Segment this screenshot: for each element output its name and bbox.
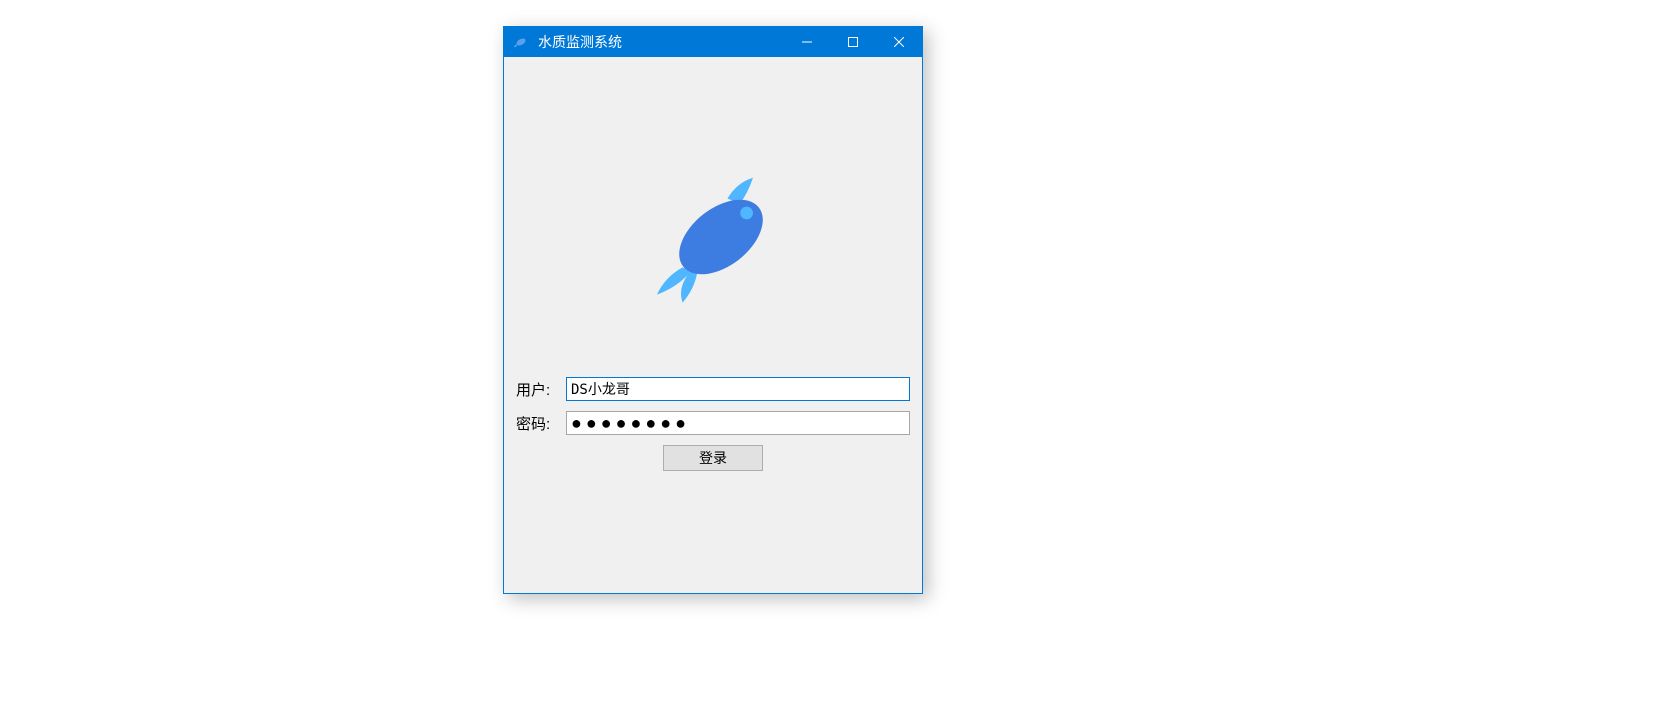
password-label: 密码:	[516, 413, 566, 434]
window-controls	[784, 27, 922, 57]
username-row: 用户:	[504, 377, 922, 401]
app-icon	[510, 31, 532, 53]
window-content: 用户: 密码: ●●●●●●●● 登录	[504, 57, 922, 593]
logo-area	[504, 57, 922, 377]
login-window: 水质监测系统	[503, 26, 923, 594]
fish-icon	[633, 157, 793, 317]
password-row: 密码: ●●●●●●●●	[504, 411, 922, 435]
password-input[interactable]: ●●●●●●●●	[566, 411, 910, 435]
maximize-button[interactable]	[830, 27, 876, 57]
username-label: 用户:	[516, 379, 566, 400]
username-input[interactable]	[566, 377, 910, 401]
window-title: 水质监测系统	[538, 32, 784, 52]
titlebar[interactable]: 水质监测系统	[504, 27, 922, 57]
login-button[interactable]: 登录	[663, 445, 763, 471]
minimize-button[interactable]	[784, 27, 830, 57]
close-button[interactable]	[876, 27, 922, 57]
button-row: 登录	[504, 445, 922, 471]
